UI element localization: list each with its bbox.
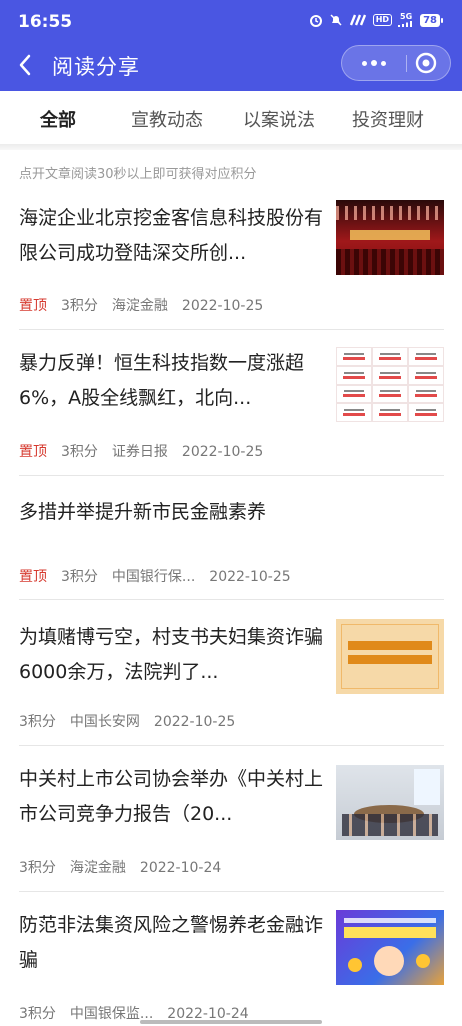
back-button[interactable] xyxy=(14,51,38,79)
article-divider xyxy=(19,475,444,476)
article-item[interactable]: 中关村上市公司协会举办《中关村上市公司竞争力报告（20... 3积分 海淀金融 20… xyxy=(0,756,462,892)
mute-icon xyxy=(329,13,343,27)
article-divider xyxy=(19,329,444,330)
article-title: 为填赌博亏空，村支书夫妇集资诈骗6000余万，法院判了... xyxy=(19,626,324,683)
article-source: 中国银行保... xyxy=(111,569,196,585)
status-icons: HD 5G 78 xyxy=(309,13,443,27)
article-date: 2022-10-24 xyxy=(139,860,222,876)
article-source: 中国长安网 xyxy=(69,714,140,730)
article-points: 3积分 xyxy=(61,298,98,314)
pinned-badge: 置顶 xyxy=(19,569,47,585)
article-meta: 置顶 3积分 海淀金融 2022-10-25 xyxy=(19,295,277,315)
page-title: 阅读分享 xyxy=(52,55,140,79)
mini-program-capsule xyxy=(341,45,451,81)
alarm-icon xyxy=(309,13,323,27)
pinned-badge: 置顶 xyxy=(19,444,47,460)
article-date: 2022-10-25 xyxy=(181,444,264,460)
article-points: 3积分 xyxy=(19,1006,56,1022)
reading-points-notice: 点开文章阅读30秒以上即可获得对应积分 xyxy=(19,167,257,182)
article-item[interactable]: 暴力反弹！恒生科技指数一度涨超6%，A股全线飘红，北向... 置顶 3积分 证券日报… xyxy=(0,340,462,476)
article-divider xyxy=(19,891,444,892)
article-divider xyxy=(19,745,444,746)
signal-icon: 5G xyxy=(398,13,414,27)
article-meta: 3积分 海淀金融 2022-10-24 xyxy=(19,857,235,877)
tab-case-law[interactable]: 以案说法 xyxy=(243,106,315,132)
article-date: 2022-10-25 xyxy=(153,714,236,730)
article-source: 证券日报 xyxy=(111,444,168,460)
article-item[interactable]: 防范非法集资风险之警惕养老金融诈骗 3积分 中国银保监... 2022-10-24 xyxy=(0,902,462,1026)
hd-icon: HD xyxy=(372,14,393,26)
more-dot-icon xyxy=(381,60,386,66)
status-bar: 16:55 HD 5G 78 xyxy=(0,0,462,42)
tabs-divider xyxy=(0,144,462,150)
article-title: 防范非法集资风险之警惕养老金融诈骗 xyxy=(19,914,324,971)
more-dot-icon xyxy=(371,60,377,66)
pinned-badge: 置顶 xyxy=(19,298,47,314)
article-thumbnail xyxy=(336,765,444,840)
network-label: 5G xyxy=(400,12,413,21)
article-thumbnail xyxy=(336,910,444,985)
nfc-icon xyxy=(349,14,367,26)
nav-bar: 阅读分享 xyxy=(0,42,462,91)
article-title: 多措并举提升新市民金融素养 xyxy=(19,501,267,523)
article-thumbnail xyxy=(336,200,444,275)
more-dot-icon xyxy=(362,60,367,66)
article-points: 3积分 xyxy=(61,569,98,585)
capsule-divider xyxy=(406,55,407,72)
app-header: 16:55 HD 5G 78 阅读分享 xyxy=(0,0,462,91)
article-thumbnail xyxy=(336,619,444,694)
article-thumbnail xyxy=(336,347,444,422)
article-meta: 置顶 3积分 证券日报 2022-10-25 xyxy=(19,441,277,461)
close-mini-program-button[interactable] xyxy=(415,52,437,74)
article-meta: 3积分 中国长安网 2022-10-25 xyxy=(19,711,249,731)
article-meta: 置顶 3积分 中国银行保... 2022-10-25 xyxy=(19,566,305,586)
tab-investment[interactable]: 投资理财 xyxy=(352,106,424,132)
article-date: 2022-10-25 xyxy=(209,569,291,585)
status-time: 16:55 xyxy=(18,12,73,32)
article-title: 暴力反弹！恒生科技指数一度涨超6%，A股全线飘红，北向... xyxy=(19,352,305,409)
article-item[interactable]: 海淀企业北京挖金客信息科技股份有限公司成功登陆深交所创... 置顶 3积分 海淀金融… xyxy=(0,195,462,330)
article-title: 海淀企业北京挖金客信息科技股份有限公司成功登陆深交所创... xyxy=(19,207,324,264)
article-source: 海淀金融 xyxy=(111,298,168,314)
home-indicator[interactable] xyxy=(140,1020,322,1024)
article-item[interactable]: 多措并举提升新市民金融素养 置顶 3积分 中国银行保... 2022-10-25 xyxy=(0,485,462,600)
article-points: 3积分 xyxy=(19,860,56,876)
article-title: 中关村上市公司协会举办《中关村上市公司竞争力报告（20... xyxy=(19,768,324,825)
battery-icon: 78 xyxy=(420,13,443,27)
tab-education-news[interactable]: 宣教动态 xyxy=(131,106,203,132)
article-points: 3积分 xyxy=(61,444,98,460)
more-button[interactable] xyxy=(354,46,394,80)
article-divider xyxy=(19,599,444,600)
tab-all[interactable]: 全部 xyxy=(40,106,76,132)
target-close-icon xyxy=(415,52,437,74)
chevron-left-icon xyxy=(19,54,31,76)
article-date: 2022-10-25 xyxy=(181,298,264,314)
article-points: 3积分 xyxy=(19,714,56,730)
article-item[interactable]: 为填赌博亏空，村支书夫妇集资诈骗6000余万，法院判了... 3积分 中国长安网 2… xyxy=(0,610,462,746)
article-source: 海淀金融 xyxy=(69,860,126,876)
category-tabs: 全部 宣教动态 以案说法 投资理财 xyxy=(0,91,462,145)
